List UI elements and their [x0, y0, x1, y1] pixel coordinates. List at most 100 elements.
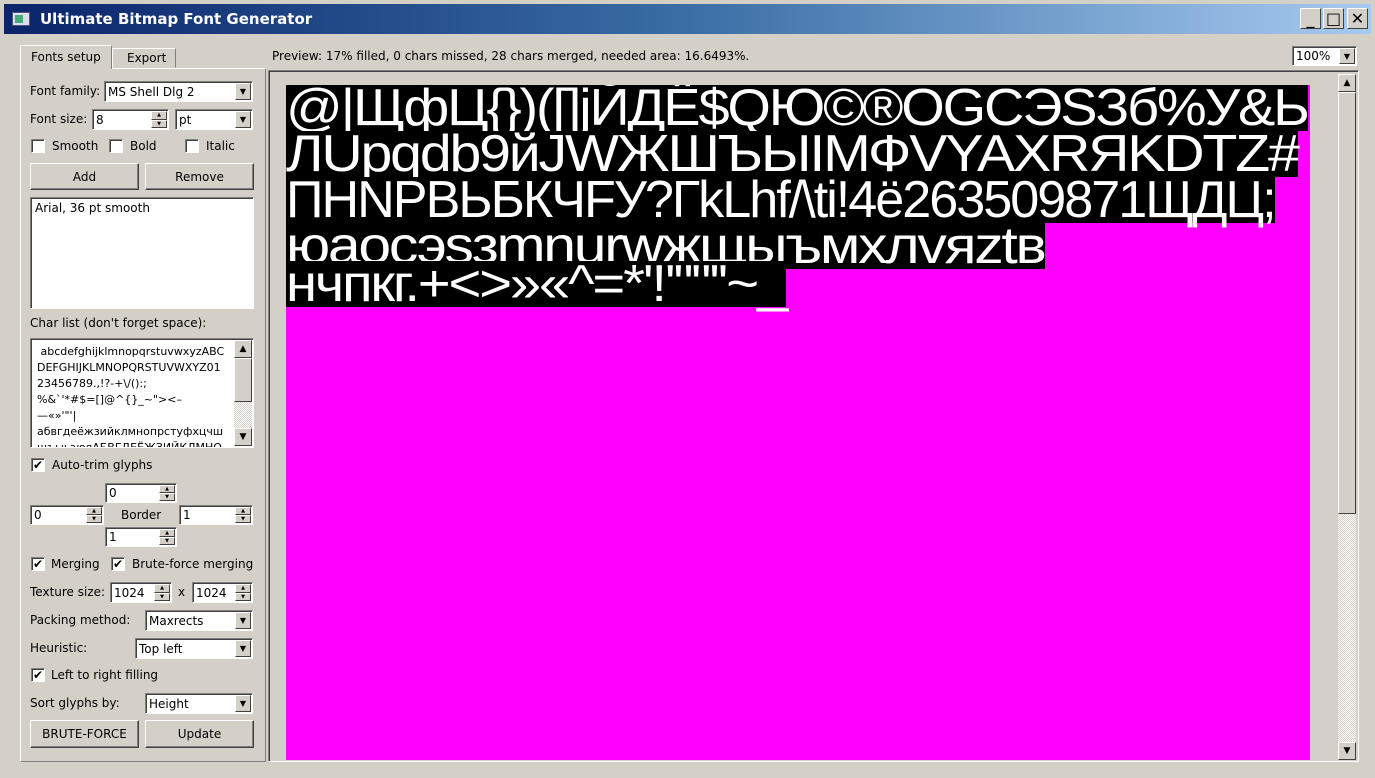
chevron-down-icon[interactable]: ▼ — [1339, 48, 1355, 64]
app-icon — [12, 12, 30, 26]
border-label: Border — [121, 508, 162, 522]
left-to-right-checkbox[interactable]: ✔ — [31, 668, 45, 682]
tab-fonts-setup[interactable]: Fonts setup — [20, 45, 112, 69]
char-list-line: щъыьэюяАБВГДЕЁЖЗИЙКЛМНО — [37, 441, 222, 448]
merging-checkbox[interactable]: ✔ — [31, 557, 45, 571]
spin-down-icon[interactable]: ▼ — [159, 493, 175, 501]
packing-method-label: Packing method: — [30, 613, 131, 627]
merging-label: Merging — [51, 557, 100, 571]
scroll-thumb[interactable] — [1338, 92, 1356, 514]
char-list-scrollbar[interactable]: ▲ ▼ — [234, 340, 252, 446]
texture-height-value: 1024 — [196, 585, 227, 600]
chevron-down-icon[interactable]: ▼ — [235, 612, 251, 629]
texture-height-spinbox[interactable]: 1024 ▲ ▼ — [192, 582, 253, 603]
heuristic-select[interactable]: Top left ▼ — [135, 638, 253, 659]
char-list-line: 23456789.,!?-+\/():; — [37, 377, 147, 390]
add-button[interactable]: Add — [30, 163, 139, 190]
brute-force-button[interactable]: BRUTE-FORCE — [30, 720, 139, 748]
minimize-button[interactable]: _ — [1300, 8, 1321, 29]
texture-size-label: Texture size: — [30, 585, 106, 599]
update-button[interactable]: Update — [145, 720, 254, 748]
char-list-textarea[interactable]: abcdefghijklmnopqrstuvwxyzABC DEFGHIJKLM… — [30, 338, 254, 448]
spin-up-icon[interactable]: ▲ — [159, 529, 175, 537]
border-top-value: 0 — [109, 486, 117, 500]
scroll-up-icon[interactable]: ▲ — [234, 340, 252, 358]
window-title: Ultimate Bitmap Font Generator — [40, 10, 313, 28]
heuristic-label: Heuristic: — [30, 641, 88, 655]
sort-glyphs-label: Sort glyphs by: — [30, 696, 120, 710]
chevron-down-icon[interactable]: ▼ — [235, 111, 251, 128]
spin-down-icon[interactable]: ▼ — [235, 592, 251, 601]
font-family-value: MS Shell Dlg 2 — [108, 84, 195, 99]
smooth-label: Smooth — [52, 139, 99, 153]
zoom-select[interactable]: 100% ▼ — [1292, 46, 1357, 66]
remove-button[interactable]: Remove — [145, 163, 254, 190]
packing-method-value: Maxrects — [149, 613, 204, 628]
preview-scrollbar[interactable]: ▲ ▼ — [1338, 74, 1356, 760]
font-size-spinbox[interactable]: 8 ▲ ▼ — [92, 109, 169, 130]
border-right-spinbox[interactable]: 1 ▲ ▼ — [179, 505, 253, 525]
sort-glyphs-value: Height — [149, 696, 189, 711]
italic-checkbox[interactable] — [185, 139, 199, 153]
char-list-line: DEFGHIJKLMNOPQRSTUVWXYZ01 — [37, 361, 221, 374]
char-list-line: abcdefghijklmnopqrstuvwxyzABC — [37, 345, 225, 358]
left-to-right-label: Left to right filling — [51, 668, 159, 682]
border-bottom-value: 1 — [109, 530, 117, 544]
title-bar: Ultimate Bitmap Font Generator — [4, 4, 1371, 34]
scroll-thumb[interactable] — [234, 358, 252, 402]
font-size-label: Font size: — [30, 112, 88, 126]
glyph-row: нчпкг.+<>»«^=*'!'""''~_ — [286, 255, 788, 313]
texture-width-value: 1024 — [114, 585, 145, 600]
spin-up-icon[interactable]: ▲ — [235, 507, 251, 515]
chevron-down-icon[interactable]: ▼ — [235, 83, 251, 100]
spin-down-icon[interactable]: ▼ — [151, 119, 167, 128]
scroll-up-icon[interactable]: ▲ — [1338, 74, 1356, 92]
tab-export[interactable]: Export — [112, 48, 176, 68]
texture-width-spinbox[interactable]: 1024 ▲ ▼ — [110, 582, 172, 603]
bold-label: Bold — [130, 139, 157, 153]
border-left-value: 0 — [34, 508, 42, 522]
spin-up-icon[interactable]: ▲ — [151, 111, 167, 120]
brute-force-merging-checkbox[interactable]: ✔ — [111, 557, 125, 571]
spin-down-icon[interactable]: ▼ — [154, 592, 170, 601]
auto-trim-checkbox[interactable]: ✔ — [31, 458, 45, 472]
spin-down-icon[interactable]: ▼ — [159, 537, 175, 545]
zoom-value: 100% — [1296, 49, 1331, 63]
brute-force-merging-label: Brute-force merging — [132, 557, 254, 571]
font-family-select[interactable]: MS Shell Dlg 2 ▼ — [104, 81, 253, 102]
char-list-line: %&`'*#$=[]@^{}_~"><– — [37, 393, 182, 406]
border-bottom-spinbox[interactable]: 1 ▲ ▼ — [105, 527, 177, 547]
texture-x-label: x — [178, 585, 186, 599]
texture-preview-canvas: @|ЩфЦ{})([]jЙДЁ$QЮ©®OGCЭSЗб%У&Ь ЛUpqdb9й… — [286, 85, 1310, 760]
spin-down-icon[interactable]: ▼ — [235, 515, 251, 523]
packing-method-select[interactable]: Maxrects ▼ — [145, 610, 253, 631]
chevron-down-icon[interactable]: ▼ — [235, 640, 251, 657]
bold-checkbox[interactable] — [109, 139, 123, 153]
preview-status: Preview: 17% filled, 0 chars missed, 28 … — [272, 49, 750, 63]
spin-up-icon[interactable]: ▲ — [154, 584, 170, 593]
heuristic-value: Top left — [139, 641, 183, 656]
spin-down-icon[interactable]: ▼ — [86, 515, 102, 523]
spin-up-icon[interactable]: ▲ — [86, 507, 102, 515]
spin-up-icon[interactable]: ▲ — [159, 485, 175, 493]
scroll-down-icon[interactable]: ▼ — [1338, 742, 1356, 760]
font-size-value: 8 — [96, 112, 104, 127]
smooth-checkbox[interactable] — [31, 139, 45, 153]
font-list[interactable]: Arial, 36 pt smooth — [30, 197, 254, 309]
char-list-line: абвгдеёжзийклмнопрстуфхцчш — [37, 425, 223, 438]
char-list-label: Char list (don't forget space): — [30, 316, 207, 330]
border-right-value: 1 — [183, 508, 191, 522]
font-unit-value: pt — [179, 112, 192, 127]
auto-trim-label: Auto-trim glyphs — [52, 458, 153, 472]
border-top-spinbox[interactable]: 0 ▲ ▼ — [105, 483, 177, 503]
font-list-item[interactable]: Arial, 36 pt smooth — [35, 201, 249, 215]
font-unit-select[interactable]: pt ▼ — [175, 109, 253, 130]
close-button[interactable]: ✕ — [1347, 8, 1368, 29]
scroll-down-icon[interactable]: ▼ — [234, 428, 252, 446]
spin-up-icon[interactable]: ▲ — [235, 584, 251, 593]
chevron-down-icon[interactable]: ▼ — [235, 695, 251, 712]
char-list-line: —«»'"'| — [37, 409, 77, 422]
sort-glyphs-select[interactable]: Height ▼ — [145, 693, 253, 714]
maximize-button[interactable]: □ — [1323, 8, 1344, 29]
border-left-spinbox[interactable]: 0 ▲ ▼ — [30, 505, 104, 525]
